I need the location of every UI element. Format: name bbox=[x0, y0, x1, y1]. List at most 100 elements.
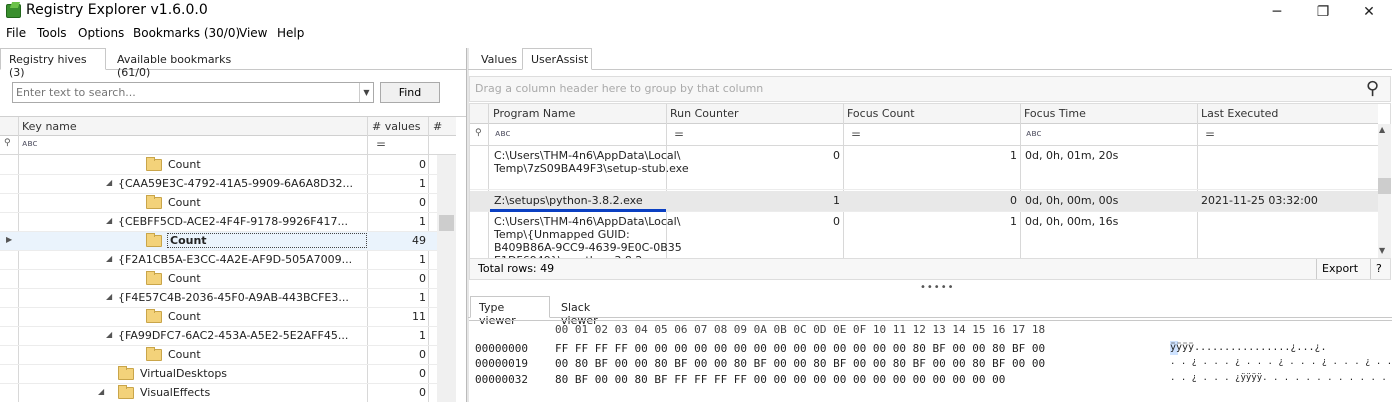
export-button[interactable]: Export bbox=[1322, 262, 1358, 275]
filter-focus-equals-icon[interactable]: = bbox=[851, 127, 861, 141]
maximize-button[interactable]: ❐ bbox=[1300, 0, 1346, 24]
filter-time-icon[interactable]: ᴀʙc bbox=[1026, 129, 1042, 139]
search-input[interactable] bbox=[16, 85, 356, 100]
hex-bytes: 80 BF 00 00 80 BF FF FF FF FF 00 00 00 0… bbox=[555, 373, 1006, 386]
folder-icon bbox=[146, 347, 162, 361]
expand-arrow-icon[interactable]: ◢ bbox=[106, 292, 112, 301]
group-hint: Drag a column header here to group by th… bbox=[475, 82, 764, 95]
tree-row-label: {CAA59E3C-4792-41A5-9909-6A6A8D32... bbox=[118, 177, 354, 190]
hex-viewer[interactable]: 00 01 02 03 04 05 06 07 08 09 0A 0B 0C 0… bbox=[469, 320, 1392, 402]
tree-row-label: VirtualDesktops bbox=[140, 367, 228, 380]
tree-row[interactable]: Count 0 bbox=[0, 346, 456, 365]
close-button[interactable]: ✕ bbox=[1346, 0, 1392, 24]
menu-view[interactable]: View bbox=[239, 26, 267, 40]
tab-available-bookmarks[interactable]: Available bookmarks (61/0) bbox=[108, 48, 258, 79]
cell-run: 1 bbox=[833, 194, 840, 207]
grid-scroll-thumb[interactable] bbox=[1378, 178, 1391, 194]
cell-run: 0 bbox=[833, 149, 840, 162]
tree-row[interactable]: ◢ {F2A1CB5A-E3CC-4A2E-AF9D-505A7009... 1 bbox=[0, 251, 456, 270]
tree-row[interactable]: Count 11 bbox=[0, 308, 456, 327]
col-key-name[interactable]: Key name bbox=[22, 120, 77, 133]
tree-row[interactable]: ◢ {CAA59E3C-4792-41A5-9909-6A6A8D32... 1 bbox=[0, 175, 456, 194]
folder-icon bbox=[146, 195, 162, 209]
hex-ascii: . . ¿ . . . ¿ . . . ¿ . . . ¿ . . . ¿ . … bbox=[1170, 357, 1392, 367]
table-row[interactable]: C:\Users\THM-4n6\AppData\Local\ Temp\7zS… bbox=[470, 146, 1378, 190]
hex-offset: 00000019 bbox=[475, 357, 528, 370]
cell-focus: 0 bbox=[1010, 194, 1017, 207]
tree-row-label: Count bbox=[168, 310, 201, 323]
tree-row[interactable]: Count 0 bbox=[0, 270, 456, 289]
tab-type-viewer[interactable]: Type viewer bbox=[470, 296, 550, 327]
tree-scroll-thumb[interactable] bbox=[439, 215, 454, 231]
userassist-grid: Program Name Run Counter Focus Count Foc… bbox=[469, 103, 1391, 259]
find-button[interactable]: Find bbox=[380, 82, 440, 103]
col-last-executed[interactable]: Last Executed bbox=[1201, 107, 1278, 120]
horizontal-splitter-grip[interactable]: ••••• bbox=[920, 282, 955, 293]
folder-icon bbox=[146, 271, 162, 285]
tab-registry-hives[interactable]: Registry hives (3) bbox=[0, 48, 106, 79]
tree-row[interactable]: Count 0 bbox=[0, 156, 456, 175]
scroll-up-icon[interactable]: ▲ bbox=[1379, 125, 1385, 134]
tree-filter-row: ⚲ ᴀʙc = bbox=[0, 136, 456, 155]
group-panel[interactable]: Drag a column header here to group by th… bbox=[469, 76, 1391, 102]
col-values[interactable]: # values bbox=[372, 120, 421, 133]
table-row[interactable]: C:\Users\THM-4n6\AppData\Local\ Temp\{Un… bbox=[470, 213, 1378, 258]
menu-tools[interactable]: Tools bbox=[37, 26, 67, 40]
tree-row[interactable]: Count 0 bbox=[0, 194, 456, 213]
menu-help[interactable]: Help bbox=[277, 26, 304, 40]
cell-time: 0d, 0h, 00m, 16s bbox=[1025, 215, 1119, 228]
menu-bookmarks[interactable]: Bookmarks (30/0) bbox=[133, 26, 240, 40]
tree-row-count: 1 bbox=[419, 215, 426, 228]
chevron-down-icon[interactable]: ▼ bbox=[359, 83, 373, 102]
col-focus-time[interactable]: Focus Time bbox=[1024, 107, 1086, 120]
menu-file[interactable]: File bbox=[6, 26, 26, 40]
menu-options[interactable]: Options bbox=[78, 26, 124, 40]
help-button[interactable]: ? bbox=[1376, 262, 1382, 275]
tree-row-count: 11 bbox=[412, 310, 426, 323]
tree-row[interactable]: ◢ VisualEffects 0 bbox=[0, 384, 456, 402]
divider bbox=[1316, 259, 1317, 279]
expand-arrow-icon[interactable]: ◢ bbox=[106, 254, 112, 263]
tab-values[interactable]: Values bbox=[472, 48, 522, 70]
tree-row[interactable]: ◢ {FA99DFC7-6AC2-453A-A5E2-5E2AFF45... 1 bbox=[0, 327, 456, 346]
tree-row-count: 0 bbox=[419, 367, 426, 380]
filter-run-equals-icon[interactable]: = bbox=[674, 127, 684, 141]
filter-last-equals-icon[interactable]: = bbox=[1205, 127, 1215, 141]
cell-program: C:\Users\THM-4n6\AppData\Local\ Temp\7zS… bbox=[494, 149, 689, 175]
cell-run: 0 bbox=[833, 215, 840, 228]
expand-arrow-icon[interactable]: ◢ bbox=[98, 387, 104, 396]
col-focus-count[interactable]: Focus Count bbox=[847, 107, 915, 120]
filter-program-icon[interactable]: ᴀʙc bbox=[495, 129, 511, 139]
tree-row[interactable]: VirtualDesktops 0 bbox=[0, 365, 456, 384]
expand-arrow-icon[interactable]: ◢ bbox=[106, 330, 112, 339]
tree-row-count: 0 bbox=[419, 158, 426, 171]
tree-row-count: 0 bbox=[419, 348, 426, 361]
search-icon[interactable]: ⚲ bbox=[1366, 78, 1379, 99]
scroll-down-icon[interactable]: ▼ bbox=[1379, 246, 1385, 255]
expand-arrow-icon[interactable]: ◢ bbox=[106, 216, 112, 225]
tree-row-count: 1 bbox=[419, 253, 426, 266]
cell-focus: 1 bbox=[1010, 149, 1017, 162]
tab-slack-viewer[interactable]: Slack viewer bbox=[552, 296, 632, 327]
tree-scrollbar[interactable] bbox=[437, 155, 456, 402]
grid-scrollbar[interactable]: ▲ ▼ bbox=[1378, 124, 1391, 258]
hex-bytes: 00 80 BF 00 00 80 BF 00 00 80 BF 00 00 8… bbox=[555, 357, 1046, 370]
col-run-counter[interactable]: Run Counter bbox=[670, 107, 739, 120]
col-program-name[interactable]: Program Name bbox=[493, 107, 575, 120]
table-row-selected[interactable]: Z:\setups\python-3.8.2.exe 1 0 0d, 0h, 0… bbox=[470, 191, 1378, 212]
hex-offset: 00000000 bbox=[475, 342, 528, 355]
folder-icon bbox=[118, 385, 134, 399]
tree-row[interactable]: ◢ {F4E57C4B-2036-45F0-A9AB-443BCFE3... 1 bbox=[0, 289, 456, 308]
window-title: Registry Explorer v1.6.0.0 bbox=[26, 2, 208, 18]
hex-offset: 00000032 bbox=[475, 373, 528, 386]
tab-userassist[interactable]: UserAssist bbox=[522, 48, 592, 70]
expand-arrow-icon[interactable]: ◢ bbox=[106, 178, 112, 187]
tree-row[interactable]: ▶ Count 49 bbox=[0, 232, 456, 251]
focus-indicator bbox=[490, 209, 666, 212]
tree-row-count: 49 bbox=[412, 234, 426, 247]
tree-row-label: Count bbox=[168, 348, 201, 361]
filter-text-icon[interactable]: ᴀʙc bbox=[22, 139, 38, 149]
minimize-button[interactable]: ─ bbox=[1254, 0, 1300, 24]
tree-row[interactable]: ◢ {CEBFF5CD-ACE2-4F4F-9178-9926F417... 1 bbox=[0, 213, 456, 232]
filter-equals-icon[interactable]: = bbox=[376, 137, 386, 151]
